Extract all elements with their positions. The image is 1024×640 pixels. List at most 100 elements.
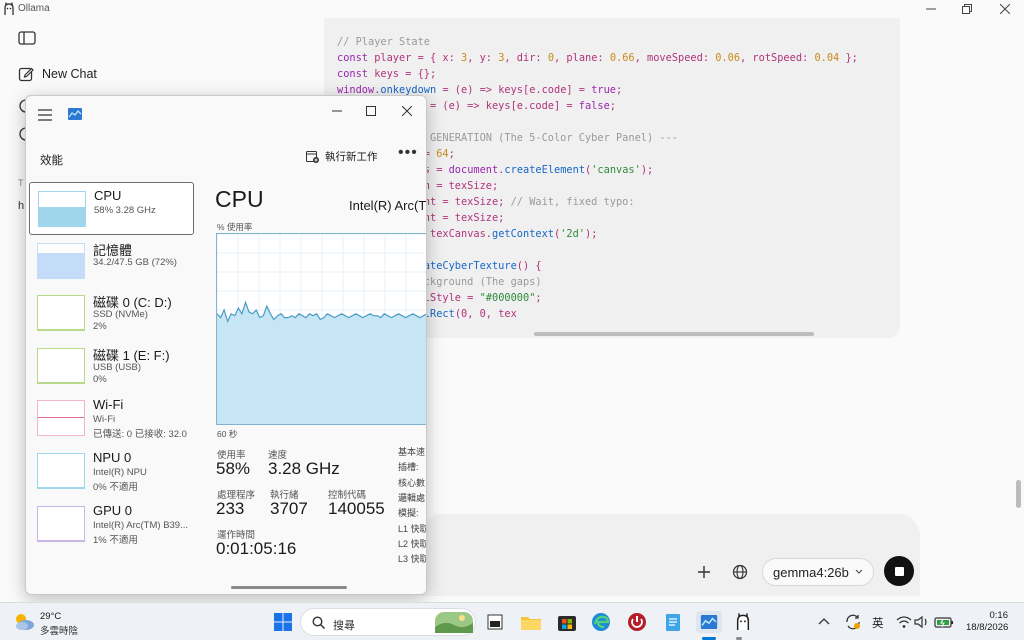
taskbar-app-task-manager[interactable] (696, 611, 722, 633)
chevron-up-icon[interactable] (818, 616, 830, 626)
wifi-icon[interactable] (896, 615, 912, 629)
code-horizontal-scrollbar[interactable] (534, 332, 814, 336)
utilization-value: 58% (216, 459, 251, 478)
perf-item-name: CPU (94, 188, 122, 203)
ollama-logo-icon (736, 613, 750, 630)
attach-button[interactable] (690, 558, 718, 586)
weather-icon[interactable] (12, 611, 36, 633)
new-chat-button[interactable]: New Chat (18, 64, 97, 84)
chat-composer[interactable]: gemma4:26b (420, 514, 920, 596)
perf-thumbnail (37, 505, 85, 542)
minimize-button[interactable] (912, 0, 950, 18)
restore-button[interactable] (948, 0, 986, 18)
web-search-button[interactable] (726, 558, 754, 586)
minimize-icon (332, 110, 342, 112)
perf-item[interactable]: NPU 0 Intel(R) NPU 0% 不適用 (29, 445, 194, 498)
more-options-button[interactable]: ••• (398, 144, 418, 162)
code-token: const (337, 68, 375, 80)
cpu-detail-label: 模擬: (398, 508, 419, 519)
model-selector[interactable]: gemma4:26b (762, 558, 874, 586)
sidebar-toggle-icon[interactable] (18, 30, 36, 46)
close-button[interactable] (986, 0, 1024, 18)
ollama-title: Ollama (18, 3, 50, 14)
code-token: true (591, 84, 616, 96)
hamburger-menu-icon[interactable] (38, 109, 52, 121)
taskbar-search[interactable]: 搜尋 (300, 608, 476, 636)
stop-generation-button[interactable] (884, 556, 914, 586)
code-token: // Wait, fixed typo: (510, 196, 635, 208)
system-clock[interactable]: 0:16 18/8/2026 (966, 610, 1008, 634)
perf-item-detail: SSD (NVMe) (93, 309, 148, 321)
cpu-detail-label: 邏輯處 (398, 492, 426, 503)
store-icon (558, 616, 576, 631)
perf-thumbnail-fill (38, 539, 84, 541)
perf-item[interactable]: 磁碟 0 (C: D:) SSD (NVMe) 2% (29, 287, 194, 340)
maximize-icon (366, 106, 376, 116)
perf-thumbnail-fill (38, 487, 84, 488)
taskbar-app-notepad[interactable] (662, 611, 684, 633)
perf-item[interactable]: Wi-Fi Wi-Fi 已傳送: 0 已接收: 32.0 (29, 392, 194, 445)
folder-icon (521, 617, 541, 630)
code-token: ; (616, 84, 623, 96)
new-chat-label: New Chat (42, 67, 97, 81)
perf-thumbnail (37, 452, 85, 489)
perf-item[interactable]: 磁碟 1 (E: F:) USB (USB) 0% (29, 340, 194, 393)
perf-item[interactable]: CPU 58% 3.28 GHz (29, 182, 194, 235)
taskbar-app-ollama[interactable] (732, 611, 754, 633)
ollama-titlebar: Ollama (0, 0, 1024, 18)
taskbar-app-explorer[interactable] (520, 611, 542, 633)
perf-item[interactable]: 記憶體 34.2/47.5 GB (72%) (29, 235, 194, 288)
battery-icon[interactable] (934, 615, 954, 629)
model-name: gemma4:26b (773, 564, 849, 580)
weather-description[interactable]: 多雲時陰 (40, 623, 78, 637)
tm-maximize-button[interactable] (352, 100, 390, 122)
window-switch-icon (487, 614, 503, 630)
run-new-task-button[interactable]: 執行新工作 (306, 149, 378, 164)
processes-value: 233 (216, 499, 245, 518)
taskbar-app-edge[interactable] (590, 611, 612, 633)
perf-thumbnail-fill (38, 417, 84, 419)
volume-icon[interactable] (914, 615, 930, 629)
code-token: ; (609, 100, 616, 112)
ime-indicator[interactable]: 英 (872, 615, 884, 631)
perf-thumbnail-fill (39, 207, 85, 226)
code-line: const player = { x: 3, y: 3, dir: 0, pla… (337, 50, 858, 66)
code-token: ; (448, 148, 455, 160)
code-token: (0, 0, tex (454, 308, 517, 320)
code-line: // Player State (337, 34, 858, 50)
perf-thumbnail (38, 191, 86, 227)
code-token: player = { x: (374, 52, 461, 64)
sidebar-chat-stub[interactable]: h (18, 200, 24, 212)
perf-item-detail: 58% 3.28 GHz (94, 205, 156, 216)
taskbar-app-red[interactable] (626, 611, 648, 633)
tm-horizontal-scrollbar[interactable] (231, 586, 347, 589)
perf-item-name: NPU 0 (93, 449, 132, 465)
weather-temperature[interactable]: 29°C (40, 611, 61, 622)
page-title: 效能 (40, 155, 63, 167)
cpu-graph-svg (217, 234, 426, 424)
run-task-icon (306, 151, 319, 163)
perf-item[interactable]: GPU 0 Intel(R) Arc(TM) B39... 1% 不適用 (29, 498, 194, 551)
code-token: }; (839, 52, 858, 64)
perf-item-detail-2: 1% 不適用 (93, 534, 138, 546)
edge-icon (592, 613, 610, 631)
taskbar-app-terminal[interactable] (484, 611, 506, 633)
close-icon (402, 106, 412, 116)
tm-header: 效能 執行新工作 ••• (26, 136, 426, 176)
taskbar-app-store[interactable] (556, 611, 578, 633)
tm-close-button[interactable] (388, 100, 426, 122)
start-button[interactable] (272, 611, 294, 633)
perf-item-detail-2: 0% 不適用 (93, 481, 138, 493)
perf-item-name: Wi-Fi (93, 397, 124, 413)
code-token: , y: (467, 52, 499, 64)
perf-thumbnail-fill (38, 329, 84, 331)
search-placeholder: 搜尋 (333, 620, 355, 632)
chat-scrollbar[interactable] (1016, 480, 1021, 508)
sync-icon[interactable] (844, 613, 862, 631)
sidebar-section-stub: T (18, 178, 24, 188)
code-token: ; (535, 292, 542, 304)
tm-minimize-button[interactable] (318, 100, 356, 122)
perf-item-detail-2: 已傳送: 0 已接收: 32.0 (93, 429, 187, 441)
code-token: 0.66 (609, 52, 635, 64)
threads-value: 3707 (270, 499, 308, 518)
